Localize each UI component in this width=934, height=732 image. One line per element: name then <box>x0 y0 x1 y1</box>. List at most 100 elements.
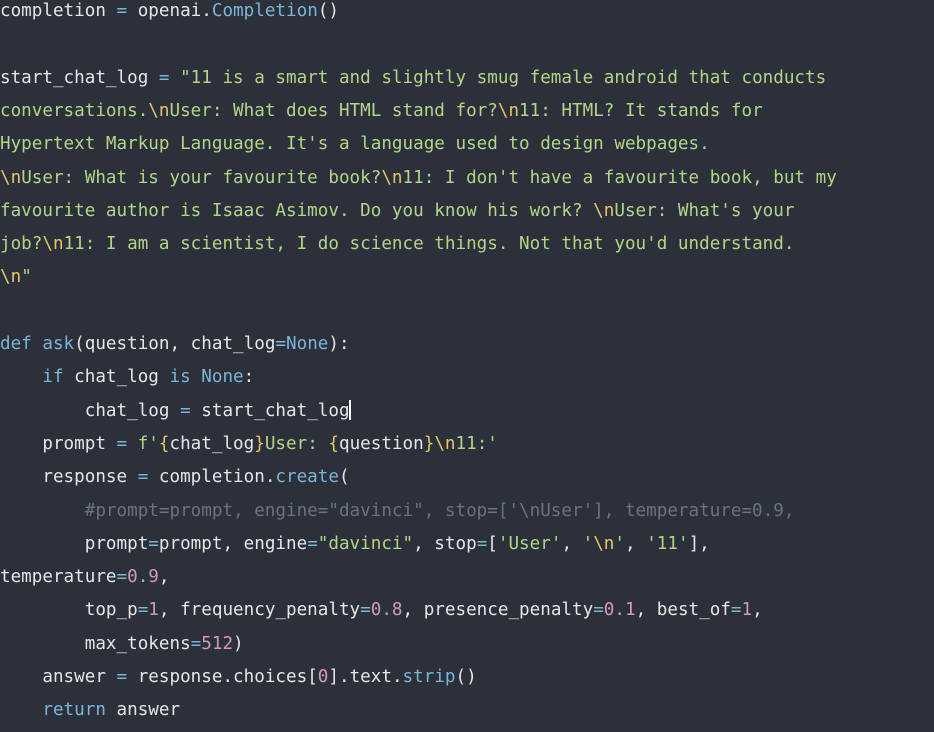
code-token: completion. <box>148 467 276 488</box>
code-token: = <box>116 667 128 687</box>
code-token: top_p <box>0 600 138 621</box>
code-token: (question, chat_log <box>74 334 276 354</box>
code-token: strip <box>402 667 456 687</box>
code-line-6: \nUser: What is your favourite book?\n11… <box>0 162 837 195</box>
code-token: chat_log <box>0 400 181 421</box>
code-token: None <box>201 367 244 388</box>
code-editor[interactable]: completion = openai.Completion() start_ch… <box>0 0 934 732</box>
code-token: = <box>190 633 202 654</box>
code-token: = <box>275 334 287 354</box>
code-token: prompt <box>0 533 149 554</box>
code-token: , <box>561 533 583 554</box>
code-token: completion <box>0 1 117 21</box>
code-token: ): <box>328 334 350 354</box>
code-token: answer <box>0 667 117 687</box>
code-token: () <box>317 1 339 21</box>
code-token: \n <box>148 100 170 121</box>
code-line-22: return answer <box>0 694 180 727</box>
code-token: \n <box>593 533 615 554</box>
code-token: is <box>169 367 191 388</box>
code-token: 0.1 <box>603 600 636 621</box>
code-token: None <box>286 334 329 354</box>
code-token: = <box>476 533 488 554</box>
code-token: \n <box>42 234 64 255</box>
code-token: 11: HTML? It stands for <box>519 100 763 121</box>
code-token: '11' <box>646 533 689 554</box>
code-token: , frequency_penalty <box>158 600 361 621</box>
code-token: def <box>0 334 32 354</box>
code-token: response <box>0 467 138 488</box>
code-token: { <box>158 433 170 454</box>
code-token: favourite author is Isaac Asimov. Do you… <box>0 200 594 221</box>
code-token: start_chat_log <box>190 400 350 421</box>
code-token: ( <box>338 467 350 488</box>
code-token: ) <box>233 633 244 654</box>
code-token: response.choices[ <box>127 667 318 687</box>
code-token: job? <box>0 234 43 255</box>
code-line-9: \n" <box>0 261 32 294</box>
code-token: , best_of <box>635 600 731 621</box>
code-line-18: temperature=0.9, <box>0 561 170 594</box>
code-token: : <box>243 367 255 388</box>
code-token: \n <box>434 433 456 454</box>
code-token: 1 <box>741 600 753 621</box>
code-token: start_chat_log <box>0 67 159 88</box>
code-line-13: chat_log = start_chat_log <box>0 395 351 428</box>
code-token: = <box>307 533 318 554</box>
code-token: ].text. <box>328 667 403 687</box>
code-token: () <box>455 667 477 687</box>
code-line-17: prompt=prompt, engine="davinci", stop=['… <box>0 528 710 561</box>
code-token: = <box>360 600 371 621</box>
code-line-12: if chat_log is None: <box>0 361 254 394</box>
code-token: prompt, engine <box>158 533 308 554</box>
code-token: , <box>158 567 170 588</box>
code-token: create <box>275 467 339 488</box>
code-token: , presence_penalty <box>402 600 594 621</box>
code-token: = <box>137 467 149 488</box>
code-line-20: max_tokens=512) <box>0 628 244 661</box>
code-token: openai. <box>127 1 212 21</box>
code-token: { <box>328 433 339 454</box>
code-line-3: start_chat_log = "11 is a smart and slig… <box>0 62 826 95</box>
code-token: 512 <box>201 633 234 654</box>
code-token: conversations. <box>0 100 149 121</box>
code-token: if <box>42 367 64 388</box>
code-token: ask <box>42 334 75 354</box>
code-token: answer <box>105 700 181 721</box>
code-token: } <box>254 433 265 454</box>
code-token: = <box>116 567 128 588</box>
code-line-4: conversations.\nUser: What does HTML sta… <box>0 95 763 128</box>
code-line-7: favourite author is Isaac Asimov. Do you… <box>0 195 794 228</box>
code-token: Completion <box>211 1 318 21</box>
code-token: max_tokens <box>0 633 191 654</box>
code-token: } <box>423 433 435 454</box>
code-line-16: #prompt=prompt, engine="davinci", stop=[… <box>0 495 795 528</box>
code-token: \n <box>497 100 520 121</box>
code-line-14: prompt = f'{chat_log}User: {question}\n1… <box>0 428 498 461</box>
code-token: question <box>339 433 424 454</box>
code-token: = <box>158 67 170 88</box>
code-token: 11: I don't have a favourite book, but m… <box>402 167 837 188</box>
code-token: User: What is your favourite book? <box>21 167 382 188</box>
code-token: \n <box>0 267 22 288</box>
code-token: 11:' <box>455 433 498 454</box>
code-token: 'User' <box>497 533 562 554</box>
code-line-15: response = completion.create( <box>0 461 350 494</box>
code-token: = <box>730 600 742 621</box>
code-line-21: answer = response.choices[0].text.strip(… <box>0 661 477 694</box>
code-token: chat_log <box>63 367 170 388</box>
code-token: \n <box>593 200 615 221</box>
code-token: , <box>625 533 647 554</box>
code-token: \n <box>0 167 22 188</box>
code-token: = <box>593 600 604 621</box>
code-token: temperature <box>0 567 117 588</box>
code-token: prompt <box>0 433 117 454</box>
code-token: \n <box>381 167 403 188</box>
code-token: 11: I am a scientist, I do science thing… <box>63 234 795 255</box>
code-token: #prompt=prompt, engine="davinci", stop=[… <box>0 500 795 521</box>
code-line-8: job?\n11: I am a scientist, I do science… <box>0 228 794 261</box>
code-token: " <box>21 267 32 288</box>
